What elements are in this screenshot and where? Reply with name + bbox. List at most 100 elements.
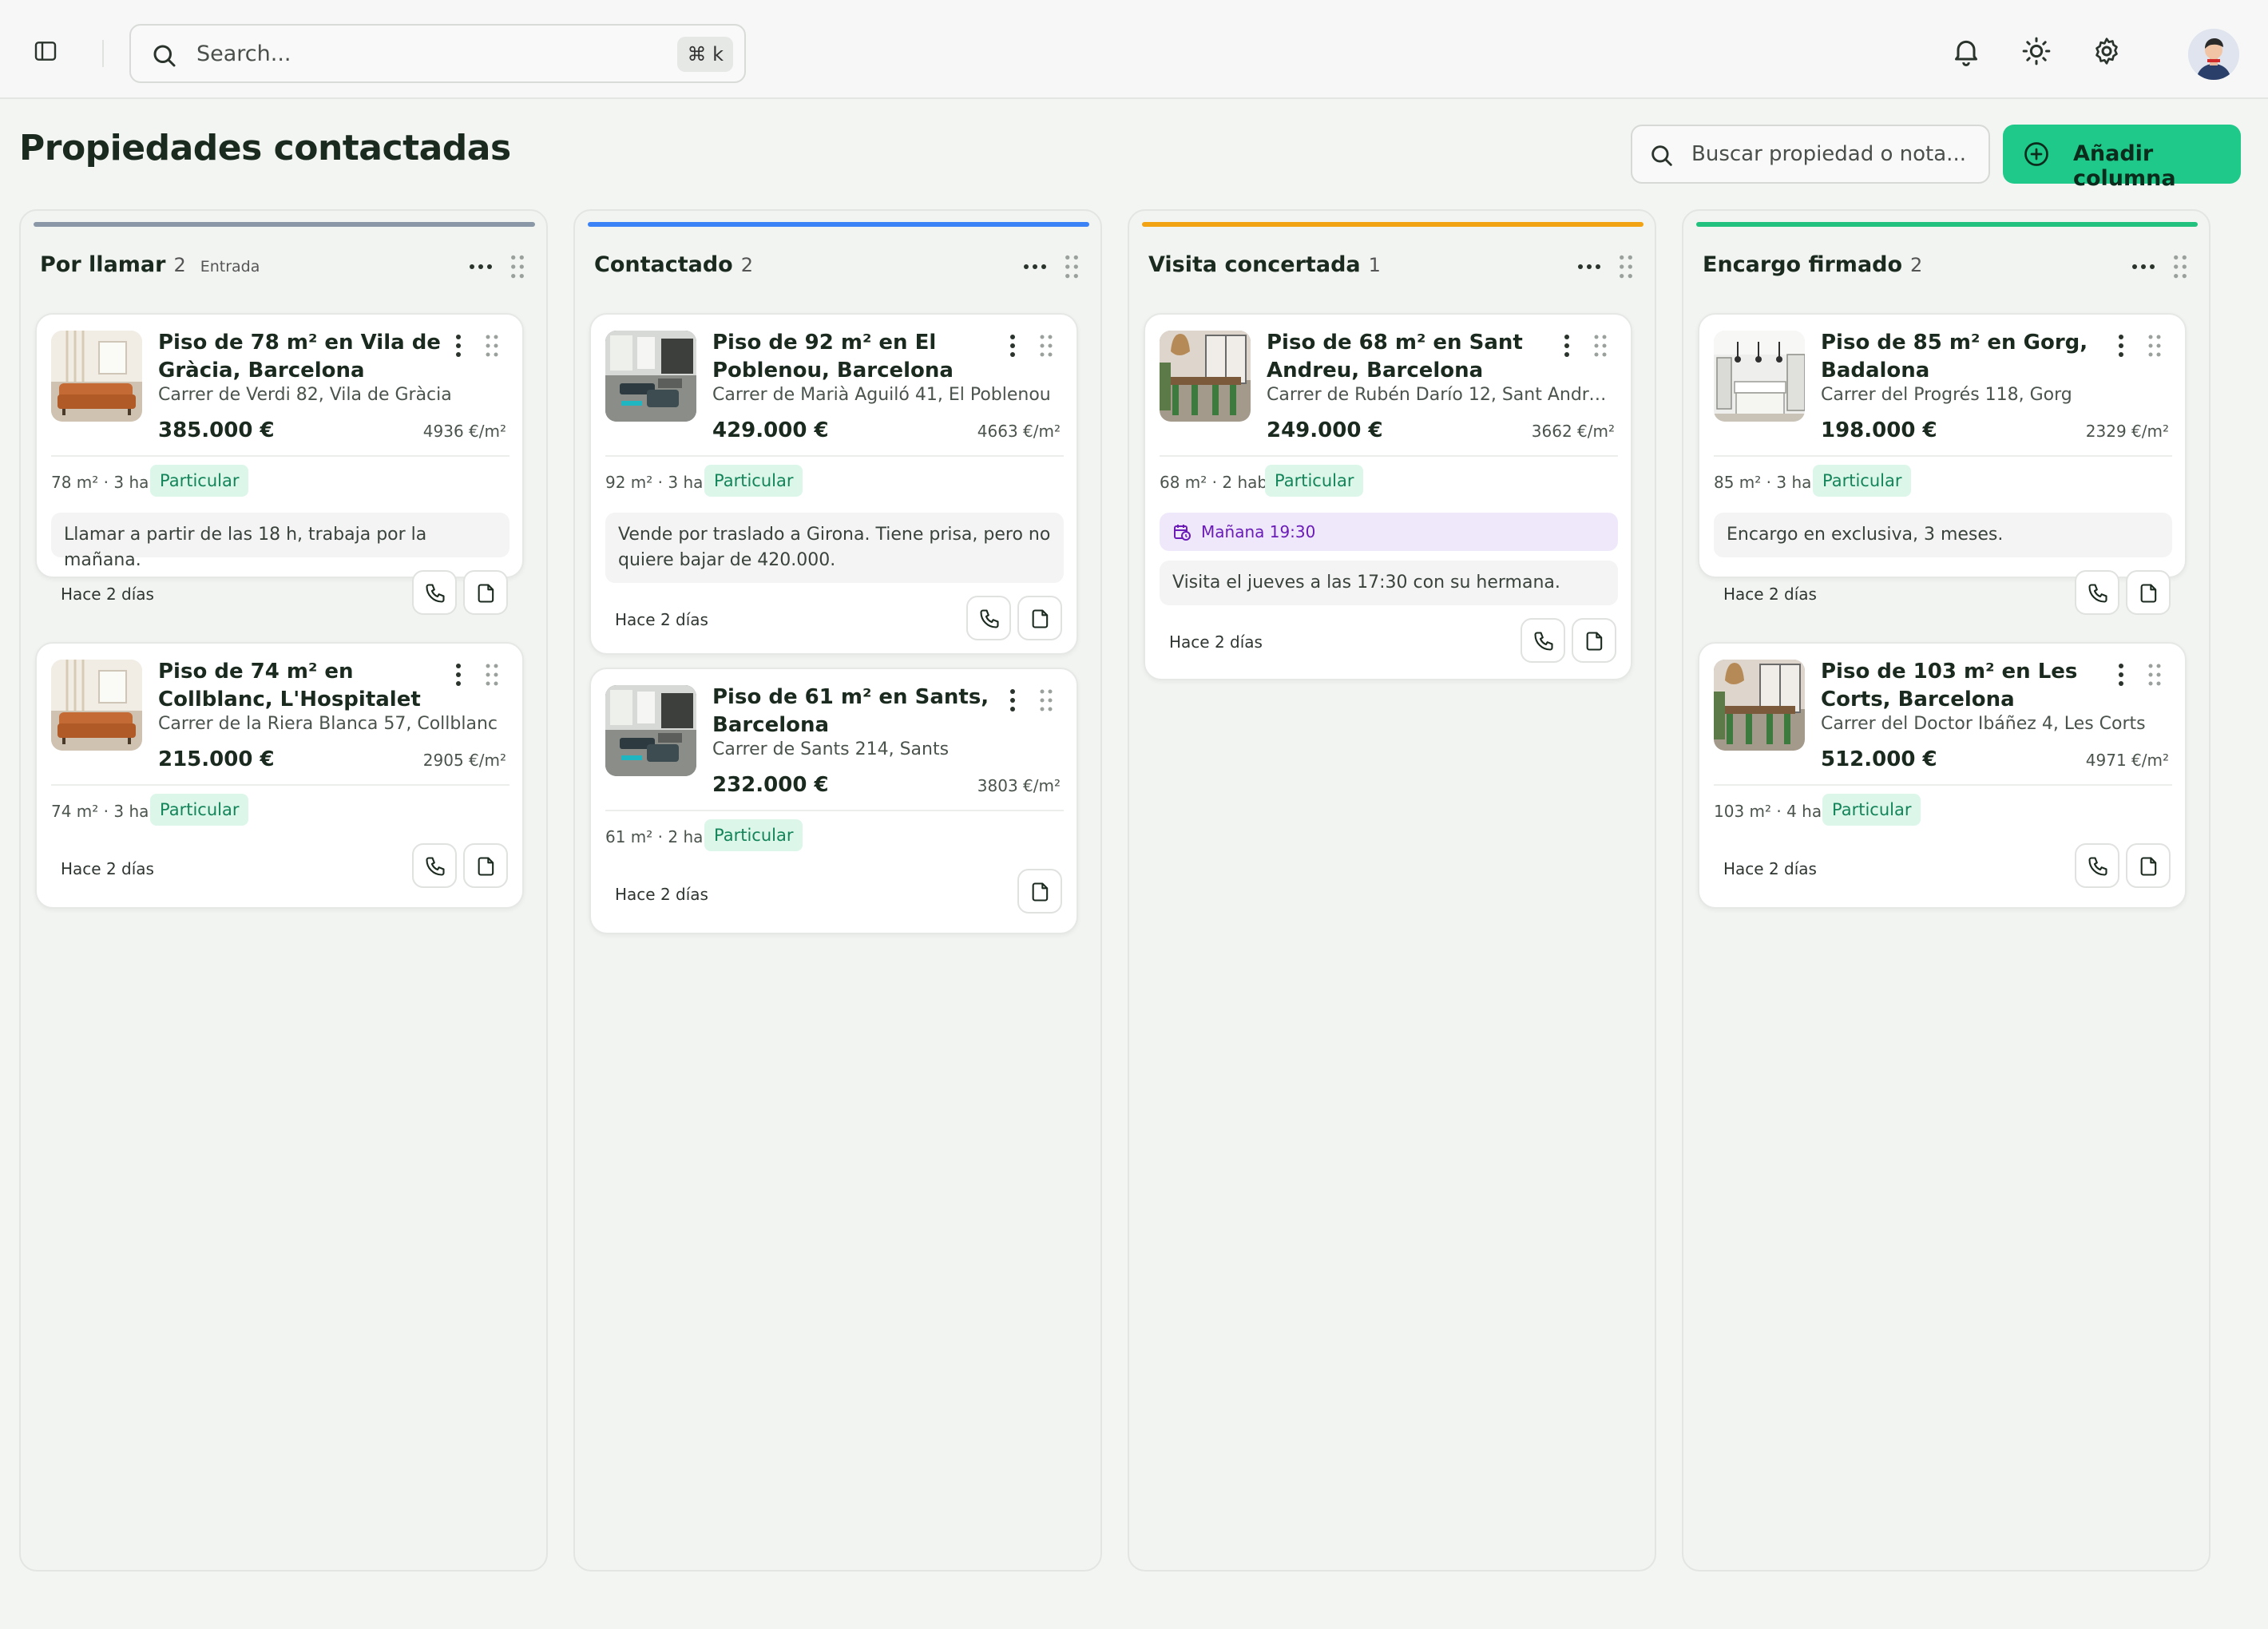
card-meta: 103 m² · 4 hab (1714, 802, 1832, 821)
divider (605, 455, 1064, 457)
more-horizontal-icon[interactable] (2129, 252, 2158, 281)
phone-icon (2087, 855, 2109, 878)
column-header: Visita concertada 1 (1148, 252, 1381, 284)
divider (1714, 455, 2172, 457)
page-title: Propiedades contactadas (19, 128, 511, 168)
call-button[interactable] (2075, 843, 2119, 888)
card-price-per-m2: 2905 €/m² (422, 751, 506, 770)
document-button[interactable] (463, 570, 508, 615)
call-button[interactable] (412, 570, 457, 615)
drag-handle-icon[interactable] (1592, 332, 1608, 359)
more-horizontal-icon[interactable] (466, 252, 495, 281)
drag-handle-icon[interactable] (484, 332, 500, 359)
card-note: Visita el jueves a las 17:30 con su herm… (1160, 561, 1618, 605)
drag-handle-icon[interactable] (1038, 332, 1054, 359)
column-header: Contactado 2 (594, 252, 753, 284)
column-encargo-firmado: Encargo firmado 2 Piso de 85 m² en Gorg, … (1682, 209, 2211, 1572)
drag-handle-icon[interactable] (508, 252, 527, 281)
call-button[interactable] (1521, 618, 1565, 663)
document-icon (475, 855, 498, 878)
drag-handle-icon[interactable] (1038, 687, 1054, 714)
more-vertical-icon[interactable] (2113, 661, 2129, 688)
gear-icon[interactable] (2091, 35, 2123, 67)
document-icon (1584, 630, 1606, 652)
card-note: Vende por traslado a Girona. Tiene prisa… (605, 513, 1064, 583)
drag-handle-icon[interactable] (1616, 252, 1636, 281)
card-meta: 78 m² · 3 hab (51, 473, 160, 492)
column-color-bar (588, 222, 1089, 227)
card-title: Piso de 92 m² en El Poblenou, Barcelona (712, 331, 954, 382)
top-bar: Search... ⌘ k (0, 0, 2268, 99)
column-contactado: Contactado 2 Piso de 92 m² en El Poblenou… (573, 209, 1102, 1572)
column-title: Encargo firmado (1703, 252, 1903, 277)
card-note-line: Vende por traslado a Girona. Tiene prisa… (618, 525, 1051, 545)
card-price-per-m2: 4971 €/m² (2085, 751, 2169, 770)
drag-handle-icon[interactable] (484, 661, 500, 688)
document-button[interactable] (1017, 596, 1062, 640)
sun-icon[interactable] (2020, 35, 2052, 67)
property-photo (605, 331, 696, 422)
card-meta: 68 m² · 2 hab (1160, 473, 1268, 492)
phone-icon (424, 855, 446, 878)
property-card[interactable]: Piso de 85 m² en Gorg, Badalona Carrer d… (1698, 313, 2187, 604)
property-photo (51, 331, 142, 422)
document-icon (2138, 582, 2160, 604)
global-search-input[interactable]: Search... ⌘ k (129, 24, 746, 83)
property-photo (51, 660, 142, 751)
column-count: 2 (740, 254, 754, 276)
call-button[interactable] (966, 596, 1011, 640)
sidebar-toggle-icon[interactable] (32, 38, 59, 64)
more-vertical-icon[interactable] (1559, 332, 1575, 359)
drag-handle-icon[interactable] (2171, 252, 2190, 281)
document-button[interactable] (1017, 869, 1062, 914)
card-title: Piso de 68 m² en Sant Andreu, Barcelona (1267, 331, 1523, 382)
divider (605, 810, 1064, 811)
column-title: Por llamar (40, 252, 166, 277)
column-por-llamar: Por llamar 2 Entrada Piso de 78 m² en Vila… (19, 209, 548, 1572)
avatar[interactable] (2188, 29, 2239, 80)
document-button[interactable] (1572, 618, 1616, 663)
more-vertical-icon[interactable] (1005, 687, 1021, 714)
drag-handle-icon[interactable] (2147, 661, 2163, 688)
card-address: Carrer de Marià Aguiló 41, El Poblenou (712, 385, 1051, 405)
column-title: Contactado (594, 252, 733, 277)
more-vertical-icon[interactable] (450, 661, 466, 688)
call-button[interactable] (412, 843, 457, 888)
more-vertical-icon[interactable] (2113, 332, 2129, 359)
visit-date-badge: Mañana 19:30 (1160, 513, 1618, 551)
document-button[interactable] (463, 843, 508, 888)
card-price-per-m2: 4936 €/m² (422, 422, 506, 441)
card-address: Carrer del Progrés 118, Gorg (1821, 385, 2072, 405)
drag-handle-icon[interactable] (1062, 252, 1081, 281)
divider (1714, 784, 2172, 786)
card-title: Piso de 74 m² en Collblanc, L'Hospitalet (158, 660, 421, 711)
column-title: Visita concertada (1148, 252, 1361, 277)
call-button[interactable] (2075, 570, 2119, 615)
property-card[interactable]: Piso de 61 m² en Sants, Barcelona Carrer… (589, 668, 1078, 934)
status-badge: Particular (1822, 794, 1921, 826)
property-card[interactable]: Piso de 78 m² en Vila de Gràcia, Barcelo… (35, 313, 524, 604)
card-note: Encargo en exclusiva, 3 meses. (1714, 513, 2172, 557)
column-header: Encargo firmado 2 (1703, 252, 1922, 284)
card-title: Piso de 78 m² en Vila de Gràcia, Barcelo… (158, 331, 441, 382)
card-meta: 85 m² · 3 hab (1714, 473, 1822, 492)
document-icon (475, 582, 498, 604)
card-title: Piso de 85 m² en Gorg, Badalona (1821, 331, 2088, 382)
more-horizontal-icon[interactable] (1575, 252, 1604, 281)
divider (1160, 455, 1618, 457)
drag-handle-icon[interactable] (2147, 332, 2163, 359)
card-meta: 92 m² · 3 hab (605, 473, 714, 492)
card-price: 249.000 € (1267, 418, 1383, 442)
more-vertical-icon[interactable] (450, 332, 466, 359)
add-column-label: Añadir columna (2073, 141, 2176, 191)
more-horizontal-icon[interactable] (1021, 252, 1049, 281)
add-column-button[interactable]: Añadir columna (2003, 125, 2241, 191)
bell-icon[interactable] (1950, 35, 1982, 67)
property-search-input[interactable]: Buscar propiedad o nota... (1631, 125, 1990, 184)
search-icon (1648, 142, 1675, 169)
more-vertical-icon[interactable] (1005, 332, 1021, 359)
document-button[interactable] (2126, 843, 2171, 888)
document-icon (1029, 881, 1052, 903)
card-note-line: quiere bajar de 420.000. (618, 550, 836, 570)
document-button[interactable] (2126, 570, 2171, 615)
